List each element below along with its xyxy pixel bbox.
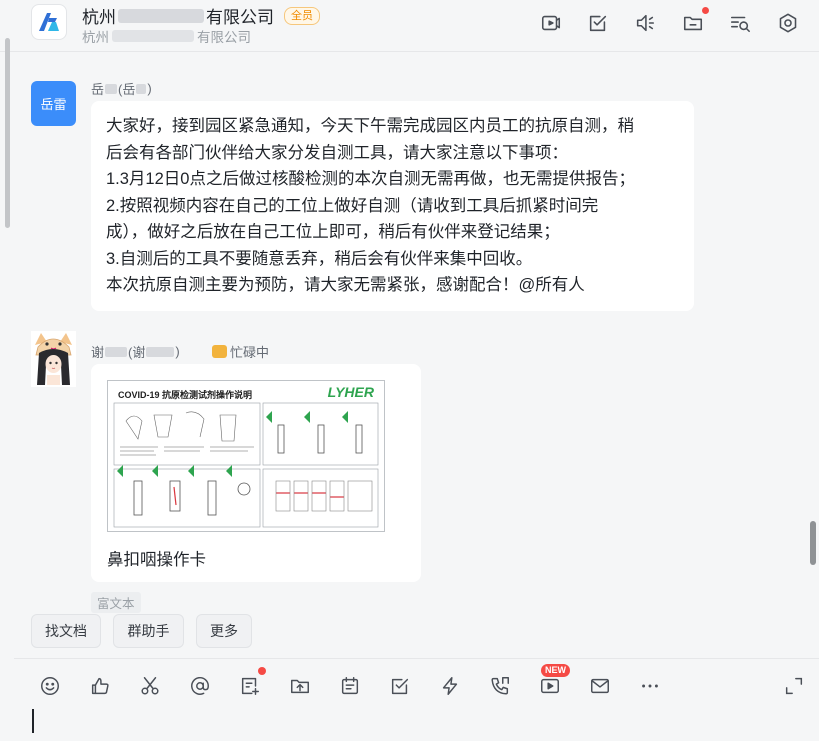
video-icon[interactable]	[538, 674, 562, 698]
cartoon-girl-avatar-icon	[31, 331, 76, 387]
group-subtitle-start: 杭州	[82, 30, 109, 45]
group-subtitle-end: 有限公司	[197, 30, 251, 45]
message-bubble[interactable]: 大家好，接到园区紧急通知，今天下午需完成园区内员工的抗原自测，稍 后会有各部门伙…	[91, 101, 694, 311]
member-badge[interactable]: 全员	[284, 6, 320, 25]
call-icon[interactable]	[488, 674, 512, 698]
new-badge: NEW	[541, 664, 570, 677]
sender-name[interactable]: 岳 (岳 )	[91, 79, 152, 98]
search-history-icon[interactable]	[729, 12, 751, 34]
group-title-start: 杭州	[82, 8, 116, 27]
redaction-mask	[105, 83, 118, 94]
chat-header: 杭州 有限公司 全员 杭州 有限公司	[0, 0, 819, 52]
task-icon[interactable]	[388, 674, 412, 698]
text-cursor	[32, 709, 34, 733]
message-line: 3.自测后的工具不要随意丢弃，稍后会有伙伴来集中回收。	[106, 249, 533, 268]
company-logo-icon	[39, 13, 59, 31]
screenshot-scissors-icon[interactable]	[138, 674, 162, 698]
sender-name-end: )	[147, 81, 152, 96]
message-scrollbar[interactable]	[810, 521, 816, 565]
sender-avatar[interactable]	[31, 331, 76, 387]
mail-icon[interactable]	[588, 674, 612, 698]
message-input-area[interactable]	[14, 658, 819, 741]
group-assistant-button[interactable]: 群助手	[113, 614, 184, 648]
redaction-mask	[118, 8, 204, 23]
expand-icon[interactable]	[782, 674, 806, 698]
user-status-label: 忙碌中	[230, 345, 270, 360]
message-line: 本次抗原自测主要为预防，请大家无需紧张，感谢配合！@所有人	[106, 276, 585, 294]
mention-icon[interactable]	[188, 674, 212, 698]
message-line: 2.按照视频内容在自己的工位上做好自测（请收到工具后抓紧时间完	[106, 196, 599, 215]
thumbs-up-icon[interactable]	[88, 674, 112, 698]
image-message-card[interactable]: COVID-19 抗原检测试剂操作说明 LYHER 鼻扣咽操作卡	[91, 364, 421, 582]
user-status: 忙碌中	[212, 342, 269, 361]
todo-icon[interactable]	[587, 12, 609, 34]
message-line: 大家好，接到园区紧急通知，今天下午需完成园区内员工的抗原自测，稍	[106, 117, 634, 135]
covid-test-instruction-image[interactable]: COVID-19 抗原检测试剂操作说明 LYHER	[107, 380, 385, 532]
video-meeting-icon[interactable]	[540, 12, 562, 34]
sender-name-end: )	[175, 344, 180, 359]
group-title: 杭州 有限公司 全员	[82, 3, 320, 28]
doc-add-icon[interactable]	[238, 674, 262, 698]
files-unread-dot	[702, 7, 709, 14]
message-line: 后会有各部门伙伴给大家分发自测工具，请大家注意以下事项：	[106, 143, 568, 162]
doc-add-unread-dot	[258, 667, 266, 675]
sender-name-start: 岳	[91, 82, 105, 97]
image-caption: 鼻扣咽操作卡	[107, 551, 206, 569]
group-subtitle: 杭州 有限公司	[82, 26, 251, 46]
flash-icon[interactable]	[438, 674, 462, 698]
upload-icon[interactable]	[288, 674, 312, 698]
announcement-icon[interactable]	[634, 12, 656, 34]
sender-name-start: 谢	[91, 345, 105, 360]
calendar-icon[interactable]	[338, 674, 362, 698]
emoji-icon[interactable]	[38, 674, 62, 698]
busy-status-icon	[212, 345, 227, 358]
message-line: 1.3月12日0点之后做过核酸检测的本次自测无需再做，也无需提供报告；	[106, 170, 635, 188]
left-scrollbar[interactable]	[5, 38, 10, 228]
sender-name-paren: (岳	[118, 82, 136, 97]
more-button[interactable]: 更多	[196, 614, 252, 648]
group-avatar[interactable]	[31, 4, 67, 40]
sender-name[interactable]: 谢 (谢 )	[91, 342, 180, 361]
find-docs-button[interactable]: 找文档	[31, 614, 101, 648]
group-title-end: 有限公司	[206, 8, 274, 27]
richtext-tag: 富文本	[91, 592, 141, 613]
instruction-diagram-icon	[113, 402, 379, 528]
redaction-mask	[136, 83, 147, 94]
more-icon[interactable]	[638, 674, 662, 698]
files-icon[interactable]	[682, 12, 704, 34]
redaction-mask	[112, 30, 194, 42]
message-line: 成），做好之后放在自己工位上即可，稍后有伙伴来登记结果；	[106, 223, 560, 241]
settings-icon[interactable]	[777, 12, 799, 34]
sender-avatar[interactable]: 岳雷	[31, 81, 76, 126]
redaction-mask	[146, 346, 175, 357]
redaction-mask	[105, 346, 128, 357]
sender-name-paren: (谢	[128, 345, 146, 360]
